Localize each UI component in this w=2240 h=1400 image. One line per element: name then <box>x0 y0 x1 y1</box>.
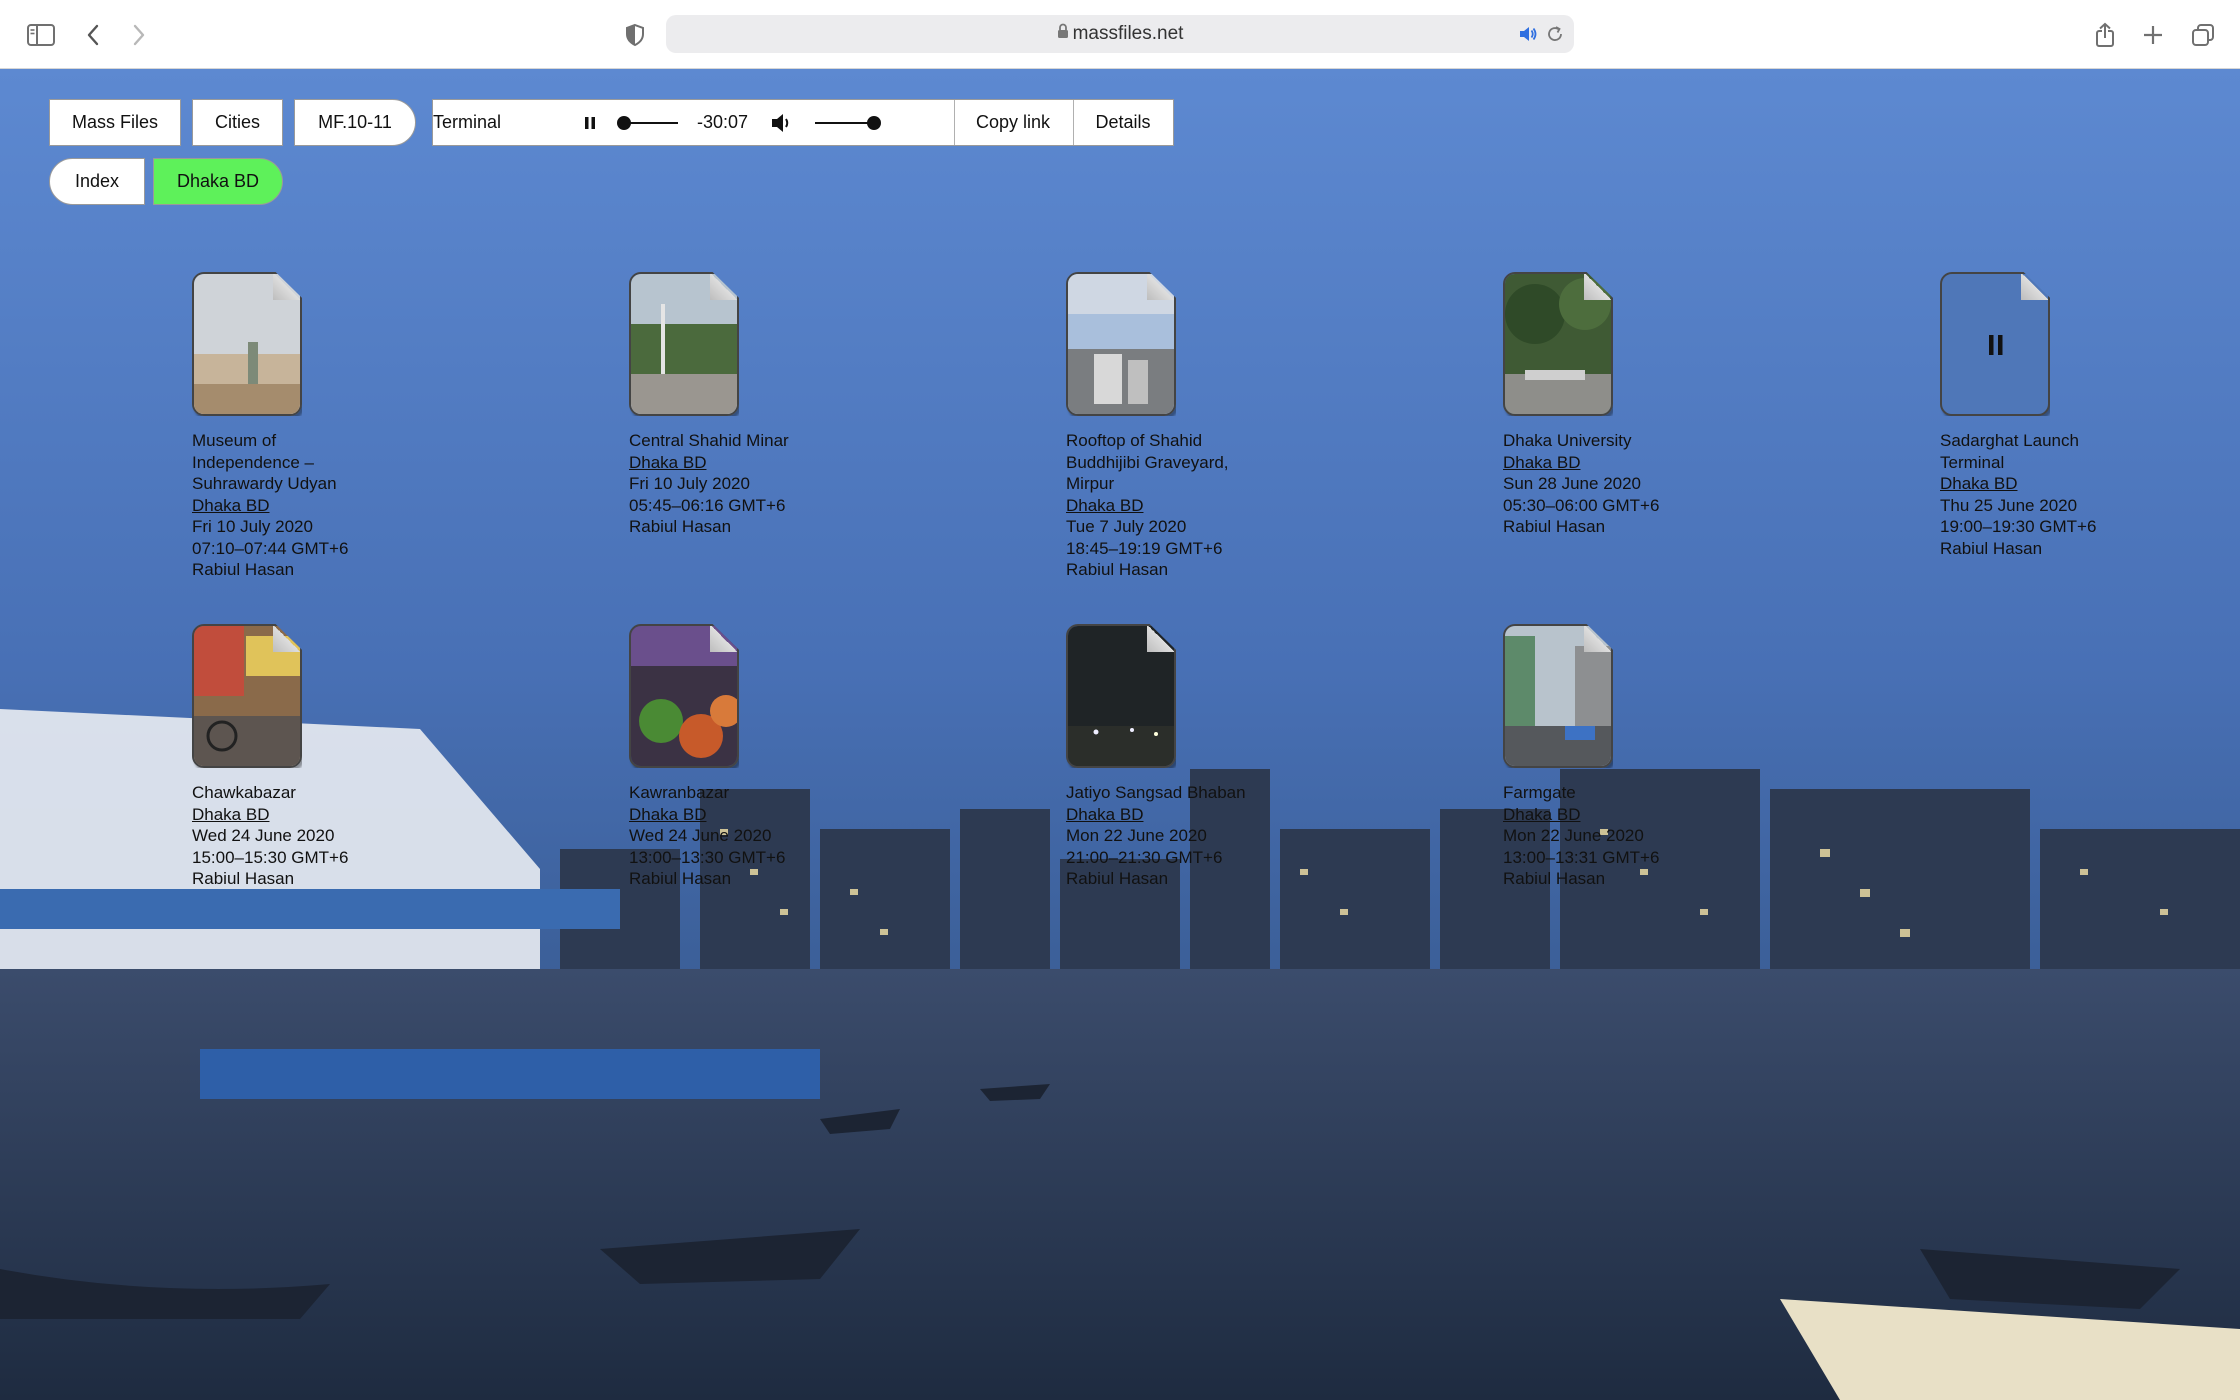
file-time: 15:00–15:30 GMT+6 <box>192 847 349 867</box>
file-item[interactable]: Central Shahid Minar Dhaka BD Fri 10 Jul… <box>629 272 929 538</box>
file-time: 21:00–21:30 GMT+6 <box>1066 847 1223 867</box>
file-city-link[interactable]: Dhaka BD <box>1940 473 2240 495</box>
file-author: Rabiul Hasan <box>1503 517 1606 536</box>
volume-icon[interactable] <box>769 112 795 139</box>
file-date: Fri 10 July 2020 <box>192 517 313 536</box>
file-author: Rabiul Hasan <box>1066 869 1169 888</box>
file-time: 07:10–07:44 GMT+6 <box>192 538 349 558</box>
file-city-link[interactable]: Dhaka BD <box>192 804 492 826</box>
pause-icon[interactable] <box>583 113 597 138</box>
audio-player: Terminal -30:07 Copy link Details <box>432 99 1174 146</box>
browser-toolbar: massfiles.net <box>0 0 2240 69</box>
url-text: massfiles.net <box>1072 23 1184 45</box>
file-item[interactable]: Rooftop of Shahid Buddhijibi Graveyard, … <box>1066 272 1366 581</box>
file-author: Rabiul Hasan <box>1940 538 2043 558</box>
file-item[interactable]: Jatiyo Sangsad Bhaban Dhaka BD Mon 22 Ju… <box>1066 624 1366 890</box>
mass-files-button[interactable]: Mass Files <box>49 99 181 146</box>
file-city-link[interactable]: Dhaka BD <box>1503 804 1803 826</box>
file-date: Thu 25 June 2020 <box>1940 495 2078 515</box>
file-author: Rabiul Hasan <box>1066 560 1169 579</box>
file-date: Tue 7 July 2020 <box>1066 517 1187 536</box>
file-thumbnail[interactable] <box>629 272 739 416</box>
file-time: 18:45–19:19 GMT+6 <box>1066 538 1223 558</box>
file-city-link[interactable]: Dhaka BD <box>629 804 929 826</box>
file-title: Chawkabazar <box>192 783 296 802</box>
file-title: Dhaka University <box>1503 431 1632 450</box>
file-title: Central Shahid Minar <box>629 431 789 450</box>
details-button[interactable]: Details <box>1073 100 1173 145</box>
dhaka-city-button[interactable]: Dhaka BD <box>153 158 283 205</box>
file-title: Museum of Independence – Suhrawardy Udya… <box>192 431 337 493</box>
file-author: Rabiul Hasan <box>1503 869 1606 888</box>
sidebar-toggle-icon[interactable] <box>24 18 58 52</box>
new-tab-icon[interactable] <box>2136 18 2170 52</box>
file-thumbnail[interactable] <box>629 624 739 768</box>
file-city-link[interactable]: Dhaka BD <box>1503 452 1803 474</box>
file-city-link[interactable]: Dhaka BD <box>192 495 492 517</box>
file-author: Rabiul Hasan <box>629 517 732 536</box>
volume-slider[interactable] <box>815 100 881 145</box>
cities-button[interactable]: Cities <box>192 99 283 146</box>
privacy-shield-icon[interactable] <box>618 18 652 52</box>
pause-icon[interactable] <box>1988 334 2004 356</box>
file-thumbnail[interactable] <box>1066 272 1176 416</box>
file-city-link[interactable]: Dhaka BD <box>1066 804 1366 826</box>
file-date: Mon 22 June 2020 <box>1066 826 1207 845</box>
forward-icon[interactable] <box>122 18 156 52</box>
file-date: Wed 24 June 2020 <box>192 826 335 845</box>
track-name: Terminal <box>433 112 502 132</box>
file-title: Jatiyo Sangsad Bhaban <box>1066 783 1246 802</box>
file-item-playing[interactable]: Sadarghat Launch Terminal Dhaka BD Thu 2… <box>1940 272 2240 559</box>
series-button[interactable]: MF.10-11 <box>294 99 416 146</box>
progress-slider[interactable] <box>617 100 678 145</box>
share-icon[interactable] <box>2088 18 2122 52</box>
file-thumbnail[interactable] <box>1503 624 1613 768</box>
file-author: Rabiul Hasan <box>192 869 295 888</box>
file-title: Rooftop of Shahid Buddhijibi Graveyard, … <box>1066 431 1229 493</box>
file-thumbnail[interactable] <box>192 272 302 416</box>
file-title: Kawranbazar <box>629 783 730 802</box>
file-item[interactable]: Chawkabazar Dhaka BD Wed 24 June 2020 15… <box>192 624 492 890</box>
address-bar[interactable]: massfiles.net <box>666 15 1574 53</box>
file-city-link[interactable]: Dhaka BD <box>1066 495 1366 517</box>
copy-link-button[interactable]: Copy link <box>954 100 1072 145</box>
lock-icon <box>1057 15 1069 53</box>
file-author: Rabiul Hasan <box>192 560 295 579</box>
file-date: Mon 22 June 2020 <box>1503 826 1644 845</box>
file-time: 13:00–13:30 GMT+6 <box>629 847 786 867</box>
file-item[interactable]: Dhaka University Dhaka BD Sun 28 June 20… <box>1503 272 1803 538</box>
file-title: Farmgate <box>1503 783 1576 802</box>
file-date: Sun 28 June 2020 <box>1503 474 1642 493</box>
file-time: 05:45–06:16 GMT+6 <box>629 495 786 515</box>
file-time: 13:00–13:31 GMT+6 <box>1503 847 1660 867</box>
reload-icon[interactable] <box>1546 25 1564 48</box>
back-icon[interactable] <box>76 18 110 52</box>
file-thumbnail[interactable] <box>1503 272 1613 416</box>
file-time: 05:30–06:00 GMT+6 <box>1503 495 1660 515</box>
file-thumbnail[interactable] <box>1940 272 2050 416</box>
audio-playing-icon[interactable] <box>1518 25 1538 48</box>
index-button[interactable]: Index <box>49 158 145 205</box>
file-time: 19:00–19:30 GMT+6 <box>1940 517 2097 536</box>
file-item[interactable]: Kawranbazar Dhaka BD Wed 24 June 2020 13… <box>629 624 929 890</box>
tab-overview-icon[interactable] <box>2186 18 2220 52</box>
time-remaining: -30:07 <box>697 112 749 132</box>
file-date: Wed 24 June 2020 <box>629 826 772 845</box>
file-title: Sadarghat Launch Terminal <box>1940 431 2079 472</box>
file-item[interactable]: Farmgate Dhaka BD Mon 22 June 2020 13:00… <box>1503 624 1803 890</box>
file-city-link[interactable]: Dhaka BD <box>629 452 929 474</box>
file-item[interactable]: Museum of Independence – Suhrawardy Udya… <box>192 272 492 581</box>
file-author: Rabiul Hasan <box>629 869 732 888</box>
file-thumbnail[interactable] <box>192 624 302 768</box>
file-date: Fri 10 July 2020 <box>629 474 750 493</box>
file-thumbnail[interactable] <box>1066 624 1176 768</box>
